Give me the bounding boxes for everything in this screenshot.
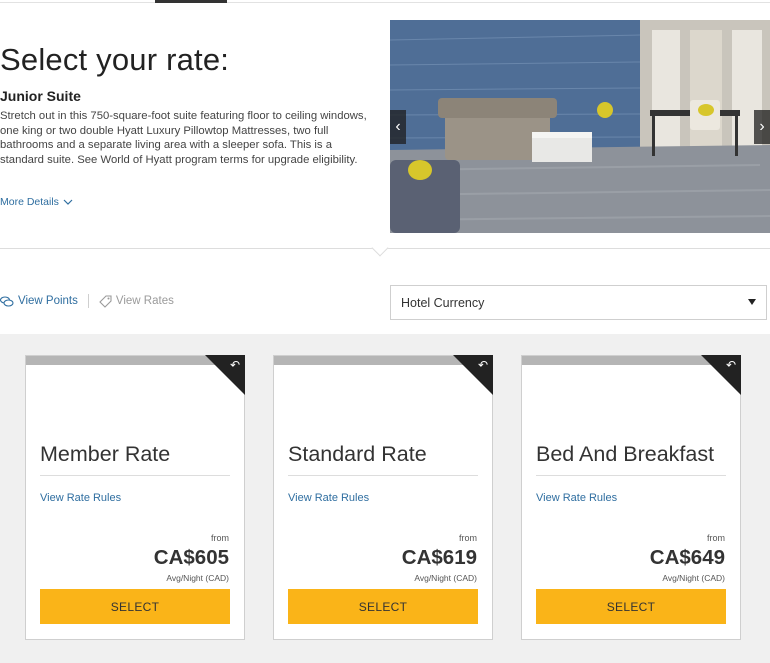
- page-title: Select your rate:: [0, 42, 230, 77]
- rate-price: CA$605: [153, 546, 229, 569]
- flip-back-icon[interactable]: ↶: [230, 359, 240, 371]
- rate-price: CA$619: [401, 546, 477, 569]
- rate-name: Member Rate: [40, 442, 171, 466]
- avg-night-label: Avg/Night (CAD): [414, 573, 477, 583]
- view-toggle: View Points View Rates: [0, 294, 174, 308]
- points-icon: [0, 295, 14, 307]
- rate-name-wrap: Member Rate: [40, 380, 230, 476]
- rate-name: Standard Rate: [288, 442, 427, 466]
- view-rates-label: View Rates: [115, 295, 174, 307]
- flip-back-icon[interactable]: ↶: [726, 359, 736, 371]
- more-details-label: More Details: [0, 196, 59, 208]
- tag-icon: [99, 294, 112, 308]
- view-points-label: View Points: [18, 295, 78, 307]
- view-rates-toggle[interactable]: View Rates: [99, 294, 174, 308]
- view-rate-rules-link[interactable]: View Rate Rules: [288, 492, 369, 504]
- rate-name: Bed And Breakfast: [536, 442, 715, 466]
- caret-down-icon: [748, 299, 756, 305]
- select-button[interactable]: SELECT: [40, 589, 230, 624]
- currency-selected-value: Hotel Currency: [401, 295, 485, 310]
- view-points-toggle[interactable]: View Points: [0, 295, 78, 307]
- select-button[interactable]: SELECT: [288, 589, 478, 624]
- view-rate-rules-link[interactable]: View Rate Rules: [536, 492, 617, 504]
- toggle-separator: [87, 294, 89, 308]
- view-rate-rules-link[interactable]: View Rate Rules: [40, 492, 121, 504]
- flip-back-icon[interactable]: ↶: [478, 359, 488, 371]
- room-photo: [390, 20, 770, 233]
- top-divider: [0, 2, 770, 3]
- price-from-label: from: [459, 533, 477, 543]
- rate-card-bed-and-breakfast: ↶ Bed And Breakfast View Rate Rules from…: [521, 355, 741, 640]
- price-from-label: from: [211, 533, 229, 543]
- chevron-left-icon[interactable]: ‹: [390, 110, 406, 144]
- chevron-right-icon[interactable]: ›: [754, 110, 770, 144]
- more-details-link[interactable]: More Details: [0, 196, 73, 208]
- divider-notch: [371, 239, 389, 257]
- currency-select[interactable]: Hotel Currency: [390, 285, 767, 320]
- rate-card-standard: ↶ Standard Rate View Rate Rules from CA$…: [273, 355, 493, 640]
- rate-price: CA$649: [649, 546, 725, 569]
- room-name: Junior Suite: [0, 88, 81, 104]
- active-tab-indicator: [155, 0, 227, 3]
- rate-card-member: ↶ Member Rate View Rate Rules from CA$60…: [25, 355, 245, 640]
- price-from-label: from: [707, 533, 725, 543]
- select-button[interactable]: SELECT: [536, 589, 726, 624]
- rate-name-wrap: Bed And Breakfast: [536, 380, 726, 476]
- avg-night-label: Avg/Night (CAD): [166, 573, 229, 583]
- room-description: Stretch out in this 750-square-foot suit…: [0, 110, 367, 166]
- avg-night-label: Avg/Night (CAD): [662, 573, 725, 583]
- rate-name-wrap: Standard Rate: [288, 380, 478, 476]
- chevron-down-icon: [63, 199, 73, 205]
